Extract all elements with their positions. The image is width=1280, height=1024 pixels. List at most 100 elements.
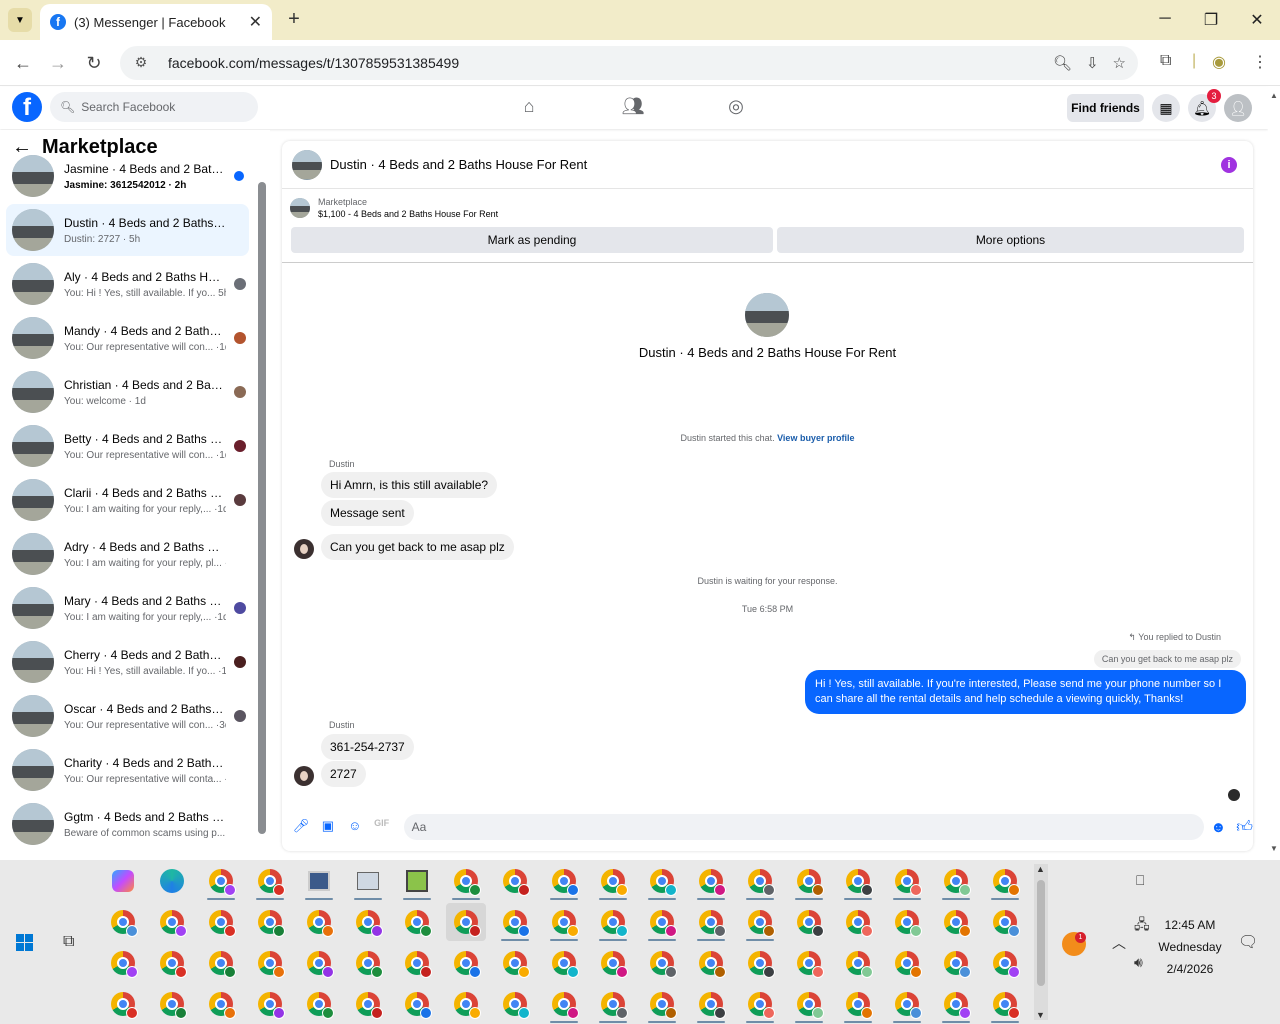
site-settings-icon[interactable]: ⚙ bbox=[132, 54, 150, 72]
account-avatar[interactable]: 👤︎ bbox=[1224, 94, 1252, 122]
home-icon[interactable]: ⌂ bbox=[517, 96, 541, 120]
forward-arrow-icon[interactable]: → bbox=[47, 52, 69, 74]
chrome-profile-icon[interactable] bbox=[740, 903, 780, 941]
dustin-avatar[interactable] bbox=[294, 539, 314, 559]
microphone-icon[interactable]: 🎤︎ bbox=[292, 818, 310, 836]
chrome-profile-icon[interactable] bbox=[152, 903, 192, 941]
volume-icon[interactable]: 🔊︎ bbox=[1134, 954, 1143, 971]
chrome-profile-icon[interactable] bbox=[936, 944, 976, 982]
chrome-profile-icon[interactable] bbox=[201, 903, 241, 941]
chrome-profile-icon[interactable] bbox=[446, 903, 486, 941]
facebook-logo-icon[interactable]: f bbox=[12, 92, 42, 122]
chrome-profile-icon[interactable] bbox=[936, 985, 976, 1023]
chrome-profile-icon[interactable] bbox=[593, 862, 633, 900]
chrome-profile-icon[interactable] bbox=[887, 862, 927, 900]
conversation-item[interactable]: Jasmine · 4 Beds and 2 Baths ... Jasmine:… bbox=[6, 150, 249, 202]
chrome-profile-icon[interactable] bbox=[642, 985, 682, 1023]
minimize-button[interactable]: ─ bbox=[1150, 10, 1180, 28]
scroll-up-icon[interactable]: ▲ bbox=[1036, 864, 1045, 874]
conversation-item[interactable]: Cherry · 4 Beds and 2 Baths ... You: Hi !… bbox=[6, 636, 249, 688]
chrome-profile-icon[interactable] bbox=[544, 985, 584, 1023]
chrome-profile-icon[interactable] bbox=[789, 985, 829, 1023]
conversation-item[interactable]: Oscar · 4 Beds and 2 Baths H... You: Our … bbox=[6, 690, 249, 742]
chrome-profile-icon[interactable] bbox=[691, 862, 731, 900]
profile-icon[interactable]: ◉ bbox=[1212, 52, 1226, 72]
chrome-profile-icon[interactable] bbox=[250, 985, 290, 1023]
scroll-down-icon[interactable]: ▼ bbox=[1036, 1010, 1045, 1020]
conversation-item[interactable]: Mandy · 4 Beds and 2 Baths ... You: Our r… bbox=[6, 312, 249, 364]
chrome-profile-icon[interactable] bbox=[103, 903, 143, 941]
menu-grid-icon[interactable]: ▦ bbox=[1152, 94, 1180, 122]
chrome-profile-icon[interactable] bbox=[250, 903, 290, 941]
conversation-item[interactable]: Christian · 4 Beds and 2 Bath... You: wel… bbox=[6, 366, 249, 418]
find-friends-button[interactable]: Find friends bbox=[1067, 94, 1144, 122]
chrome-profile-icon[interactable] bbox=[887, 985, 927, 1023]
emoji-icon[interactable]: ☻ bbox=[1210, 819, 1226, 836]
view-buyer-profile-link[interactable]: View buyer profile bbox=[777, 433, 854, 443]
profile-avatar[interactable] bbox=[745, 293, 789, 337]
reload-icon[interactable]: ↻ bbox=[83, 52, 105, 74]
chrome-profile-icon[interactable] bbox=[495, 985, 535, 1023]
conversation-item[interactable]: Dustin · 4 Beds and 2 Baths Ho... Dustin:… bbox=[6, 204, 249, 256]
app-icon[interactable] bbox=[299, 862, 339, 900]
chrome-profile-icon[interactable] bbox=[740, 944, 780, 982]
conversation-item[interactable]: Mary · 4 Beds and 2 Baths H... You: I am … bbox=[6, 582, 249, 634]
chrome-profile-icon[interactable] bbox=[495, 862, 535, 900]
chrome-profile-icon[interactable] bbox=[103, 985, 143, 1023]
conversation-item[interactable]: Charity · 4 Beds and 2 Baths Ho... You: O… bbox=[6, 744, 249, 796]
chrome-profile-icon[interactable] bbox=[299, 985, 339, 1023]
chrome-profile-icon[interactable] bbox=[397, 903, 437, 941]
marketplace-listing-row[interactable]: Marketplace $1,100 - 4 Beds and 2 Baths … bbox=[290, 197, 498, 219]
device-icon[interactable]: ⎕ bbox=[1136, 872, 1144, 889]
network-icon[interactable]: 🖧︎ bbox=[1134, 914, 1150, 938]
chrome-profile-icon[interactable] bbox=[446, 944, 486, 982]
chrome-profile-icon[interactable] bbox=[446, 985, 486, 1023]
chrome-profile-icon[interactable] bbox=[152, 985, 192, 1023]
chrome-profile-icon[interactable] bbox=[838, 862, 878, 900]
info-icon[interactable]: i bbox=[1221, 157, 1237, 173]
chrome-profile-icon[interactable] bbox=[985, 862, 1025, 900]
page-scrollbar[interactable]: ▲ ▼ bbox=[1268, 87, 1280, 860]
chrome-profile-icon[interactable] bbox=[642, 862, 682, 900]
chrome-profile-icon[interactable] bbox=[936, 862, 976, 900]
task-view-icon[interactable]: ⧉ bbox=[63, 933, 74, 951]
extensions-icon[interactable]: ⧉ bbox=[1160, 52, 1171, 70]
chrome-profile-icon[interactable] bbox=[397, 944, 437, 982]
photo-icon[interactable]: ▣ bbox=[319, 818, 337, 836]
install-app-icon[interactable]: ⇩ bbox=[1086, 54, 1099, 72]
listing-thumbnail[interactable] bbox=[292, 149, 322, 180]
chrome-profile-icon[interactable] bbox=[397, 985, 437, 1023]
app-icon[interactable] bbox=[397, 862, 437, 900]
conversation-item[interactable]: Adry · 4 Beds and 2 Baths Hous... You: I … bbox=[6, 528, 249, 580]
chrome-profile-icon[interactable] bbox=[789, 944, 829, 982]
chrome-profile-icon[interactable] bbox=[838, 944, 878, 982]
close-window-button[interactable]: ✕ bbox=[1242, 10, 1272, 30]
chrome-profile-icon[interactable] bbox=[348, 985, 388, 1023]
chrome-profile-icon[interactable] bbox=[201, 985, 241, 1023]
chrome-profile-icon[interactable] bbox=[593, 985, 633, 1023]
chrome-profile-icon[interactable] bbox=[740, 862, 780, 900]
chrome-profile-icon[interactable] bbox=[985, 944, 1025, 982]
bookmark-star-icon[interactable]: ☆ bbox=[1113, 54, 1126, 72]
chrome-profile-icon[interactable] bbox=[201, 944, 241, 982]
sticker-icon[interactable]: ☺ bbox=[346, 818, 364, 836]
mark-as-pending-button[interactable]: Mark as pending bbox=[291, 227, 773, 253]
my-reply-bubble[interactable]: Hi ! Yes, still available. If you're int… bbox=[805, 670, 1246, 714]
address-bar[interactable]: ⚙ facebook.com/messages/t/13078595313854… bbox=[120, 46, 1138, 80]
message-bubble[interactable]: Message sent bbox=[321, 500, 414, 526]
chrome-profile-icon[interactable] bbox=[887, 944, 927, 982]
search-input[interactable]: 🔍︎ Search Facebook bbox=[50, 92, 258, 122]
chrome-profile-icon[interactable] bbox=[544, 903, 584, 941]
chrome-profile-icon[interactable] bbox=[348, 903, 388, 941]
chevron-up-icon[interactable]: ︿ bbox=[1112, 933, 1126, 953]
chrome-profile-icon[interactable] bbox=[495, 944, 535, 982]
chrome-profile-icon[interactable] bbox=[495, 903, 535, 941]
dustin-avatar[interactable] bbox=[294, 766, 314, 786]
chrome-profile-icon[interactable] bbox=[299, 944, 339, 982]
back-arrow-icon[interactable]: ← bbox=[12, 52, 34, 74]
restore-button[interactable]: ❐ bbox=[1196, 10, 1226, 30]
chrome-profile-icon[interactable] bbox=[691, 985, 731, 1023]
chrome-profile-icon[interactable] bbox=[299, 903, 339, 941]
url-text[interactable]: facebook.com/messages/t/1307859531385499 bbox=[168, 55, 1053, 71]
conversation-item[interactable]: Ggtm · 4 Beds and 2 Baths Hou... Beware o… bbox=[6, 798, 249, 850]
